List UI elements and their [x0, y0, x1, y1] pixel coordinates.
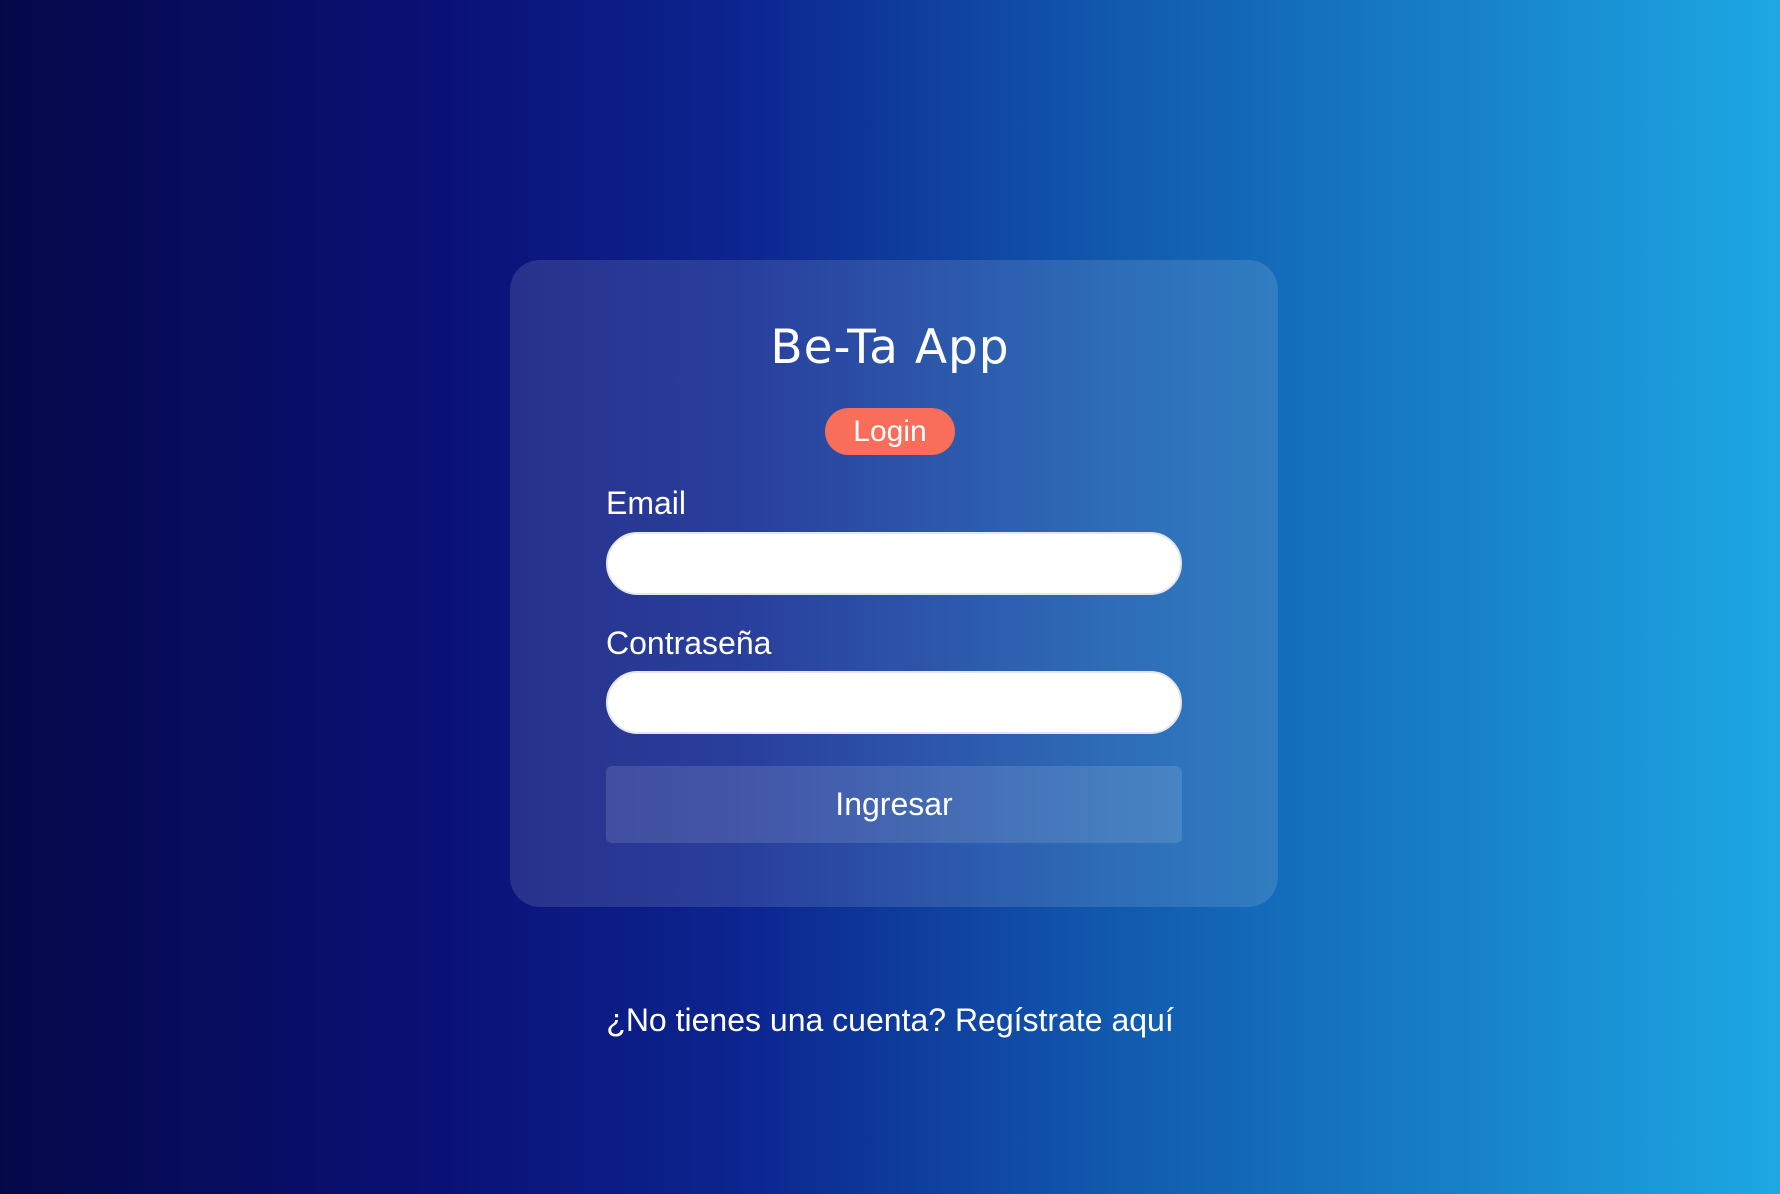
register-prompt-text: ¿No tienes una cuenta?	[606, 1002, 947, 1038]
register-link[interactable]: Regístrate aquí	[955, 1002, 1174, 1038]
submit-button[interactable]: Ingresar	[606, 766, 1182, 843]
password-input[interactable]	[606, 671, 1182, 734]
app-title: Be-Ta App	[770, 320, 1010, 375]
password-label: Contraseña	[606, 625, 772, 661]
email-label: Email	[606, 485, 687, 521]
login-badge: Login	[825, 408, 955, 455]
email-input[interactable]	[606, 532, 1182, 595]
register-prompt: ¿No tienes una cuenta? Regístrate aquí	[0, 1000, 1780, 1040]
mode-badge-wrapper: Login	[0, 408, 1780, 455]
